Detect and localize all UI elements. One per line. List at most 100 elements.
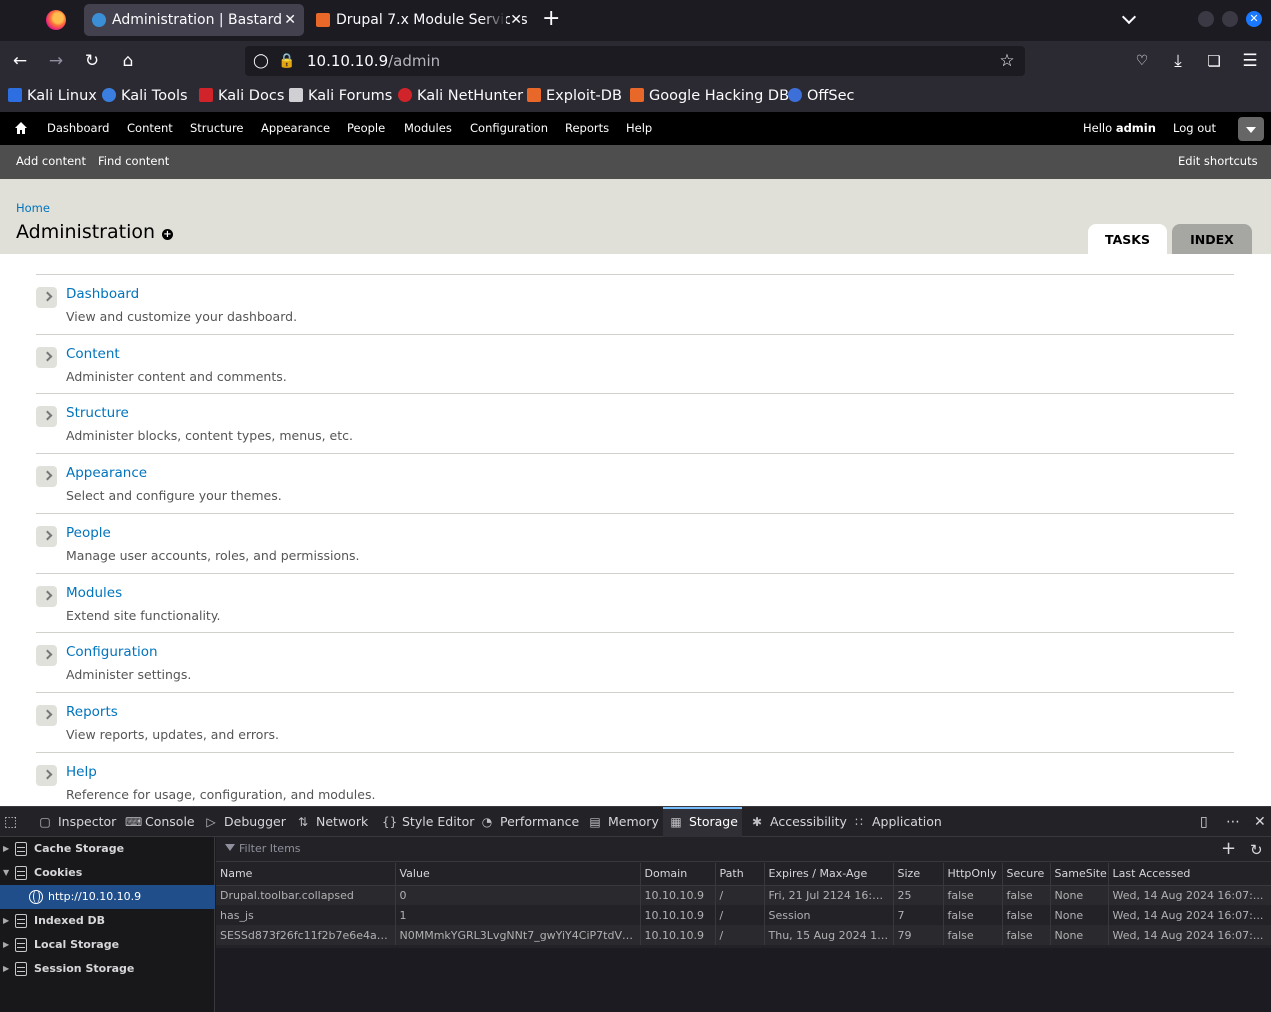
find-content-link[interactable]: Find content: [98, 145, 169, 179]
refresh-icon[interactable]: ↻: [1250, 838, 1263, 862]
section-link[interactable]: Structure: [66, 405, 129, 421]
bookmark-google-hacking-db[interactable]: Google Hacking DB: [630, 81, 789, 112]
tree-indexed-db[interactable]: ▶ Indexed DB: [0, 909, 215, 933]
username-link[interactable]: admin: [1116, 121, 1156, 135]
table-cell[interactable]: false: [943, 885, 1003, 905]
chevron-right-icon[interactable]: [36, 645, 57, 666]
table-cell[interactable]: Thu, 15 Aug 2024 16:07:...: [764, 925, 894, 945]
toolbar-modules[interactable]: Modules: [404, 112, 452, 145]
minimize-window-icon[interactable]: [1198, 11, 1214, 27]
url-bar[interactable]: ◯ 🔒 10.10.10.9/admin ☆: [245, 46, 1025, 76]
devtools-tab-performance[interactable]: ◔ Performance: [476, 807, 583, 837]
table-cell[interactable]: SESSd873f26fc11f2b7e6e4aa0f6...: [216, 925, 396, 945]
column-header[interactable]: Secure: [1002, 863, 1051, 886]
table-cell[interactable]: false: [1002, 885, 1051, 905]
devtools-tab-network[interactable]: ⇅ Network: [292, 807, 372, 837]
chevron-right-icon[interactable]: [36, 347, 57, 368]
table-cell[interactable]: /: [715, 925, 765, 945]
tracking-protection-icon[interactable]: ◯: [251, 50, 271, 72]
section-link[interactable]: Configuration: [66, 644, 158, 660]
devtools-tab-console[interactable]: ⌨ Console: [121, 807, 199, 837]
table-cell[interactable]: has_js: [216, 905, 396, 925]
filter-items-input[interactable]: Filter Items: [239, 837, 301, 861]
chevron-right-icon[interactable]: [36, 586, 57, 607]
table-cell[interactable]: 10.10.10.9: [640, 905, 716, 925]
table-cell[interactable]: 79: [893, 925, 944, 945]
logout-link[interactable]: Log out: [1173, 112, 1216, 145]
element-picker-icon[interactable]: ⬚: [4, 807, 22, 837]
tab-close-icon[interactable]: ✕: [510, 4, 522, 36]
section-link[interactable]: Appearance: [66, 465, 147, 481]
menu-icon[interactable]: ☰: [1238, 49, 1262, 73]
bookmark-kali-docs[interactable]: Kali Docs: [199, 81, 284, 112]
column-header[interactable]: Name: [216, 863, 396, 886]
column-header[interactable]: Domain: [640, 863, 716, 886]
expand-triangle-icon[interactable]: ▶: [3, 909, 9, 933]
chevron-right-icon[interactable]: [36, 287, 57, 308]
column-header[interactable]: HttpOnly: [943, 863, 1003, 886]
bookmark-star-icon[interactable]: ☆: [997, 50, 1017, 72]
bookmark-kali-linux[interactable]: Kali Linux: [8, 81, 97, 112]
lock-icon[interactable]: 🔒: [277, 50, 297, 72]
table-cell[interactable]: false: [943, 925, 1003, 945]
back-icon[interactable]: ←: [8, 49, 32, 73]
column-header[interactable]: Expires / Max-Age: [764, 863, 894, 886]
table-row[interactable]: SESSd873f26fc11f2b7e6e4aa0f6... N0MMmkYG…: [216, 925, 1271, 945]
table-cell[interactable]: 10.10.10.9: [640, 925, 716, 945]
devtools-tab-style-editor[interactable]: {} Style Editor: [378, 807, 478, 837]
toolbar-help[interactable]: Help: [626, 112, 652, 145]
bookmark-offsec[interactable]: OffSec: [788, 81, 855, 112]
add-item-icon[interactable]: +: [1221, 837, 1236, 861]
tab-close-icon[interactable]: ✕: [284, 4, 296, 36]
responsive-design-icon[interactable]: ▯: [1200, 807, 1208, 837]
reload-icon[interactable]: ↻: [80, 49, 104, 73]
chevron-right-icon[interactable]: [36, 526, 57, 547]
toolbar-appearance[interactable]: Appearance: [261, 112, 330, 145]
table-cell[interactable]: Session: [764, 905, 894, 925]
devtools-tab-debugger[interactable]: ▷ Debugger: [200, 807, 290, 837]
home-icon[interactable]: ⌂: [116, 49, 140, 73]
toolbar-people[interactable]: People: [347, 112, 385, 145]
forward-icon[interactable]: →: [44, 49, 68, 73]
section-link[interactable]: People: [66, 525, 111, 541]
chevron-right-icon[interactable]: [36, 765, 57, 786]
tab-index[interactable]: INDEX: [1172, 224, 1252, 254]
edit-shortcuts-link[interactable]: Edit shortcuts: [1178, 145, 1258, 179]
chevron-right-icon[interactable]: [36, 705, 57, 726]
table-cell[interactable]: false: [1002, 905, 1051, 925]
new-tab-button[interactable]: +: [542, 6, 560, 32]
table-cell[interactable]: 10.10.10.9: [640, 885, 716, 905]
table-cell[interactable]: 25: [893, 885, 944, 905]
close-window-icon[interactable]: ✕: [1246, 11, 1262, 27]
section-link[interactable]: Modules: [66, 585, 122, 601]
home-icon[interactable]: [14, 121, 28, 135]
section-link[interactable]: Content: [66, 346, 120, 362]
column-header[interactable]: Path: [715, 863, 765, 886]
devtools-tab-application[interactable]: ∷ Application: [848, 807, 946, 837]
table-cell[interactable]: None: [1050, 885, 1109, 905]
chevron-right-icon[interactable]: [36, 406, 57, 427]
column-header[interactable]: SameSite: [1050, 863, 1109, 886]
toolbar-content[interactable]: Content: [127, 112, 173, 145]
tree-cache-storage[interactable]: ▶ Cache Storage: [0, 837, 215, 861]
downloads-icon[interactable]: ⤓: [1166, 49, 1190, 73]
column-header[interactable]: Size: [893, 863, 944, 886]
expand-triangle-icon[interactable]: ▶: [3, 957, 9, 981]
table-cell[interactable]: false: [943, 905, 1003, 925]
table-cell[interactable]: Wed, 14 Aug 2024 16:07:...: [1108, 885, 1271, 905]
column-header[interactable]: Last Accessed: [1108, 863, 1271, 886]
toolbar-structure[interactable]: Structure: [190, 112, 244, 145]
list-all-tabs-icon[interactable]: [1121, 9, 1137, 25]
more-options-icon[interactable]: ⋯: [1226, 807, 1240, 837]
table-cell[interactable]: None: [1050, 925, 1109, 945]
tree-cookies-host[interactable]: http://10.10.10.9: [0, 885, 215, 909]
table-cell[interactable]: /: [715, 905, 765, 925]
table-cell[interactable]: /: [715, 885, 765, 905]
expand-triangle-icon[interactable]: ▶: [3, 837, 9, 861]
table-row[interactable]: has_js 1 10.10.10.9 / Session 7 false fa…: [216, 905, 1271, 925]
expand-triangle-icon[interactable]: ▶: [3, 933, 9, 957]
breadcrumb-home[interactable]: Home: [16, 201, 50, 215]
close-devtools-icon[interactable]: ✕: [1254, 807, 1266, 837]
table-cell[interactable]: 0: [395, 885, 641, 905]
table-cell[interactable]: Wed, 14 Aug 2024 16:07:...: [1108, 905, 1271, 925]
